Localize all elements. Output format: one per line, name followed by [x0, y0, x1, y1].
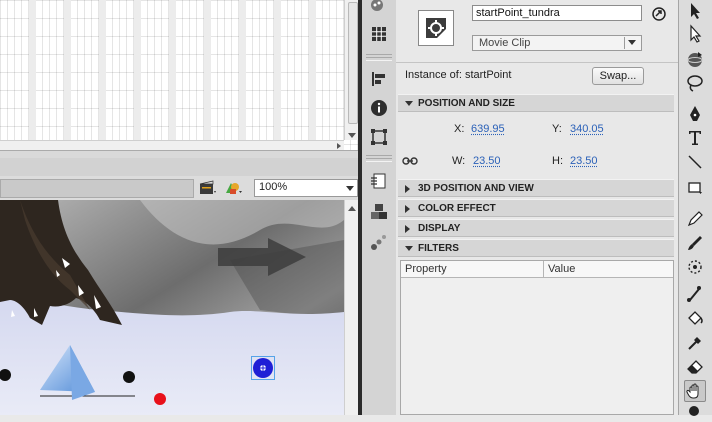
section-color-effect[interactable]: COLOR EFFECT [398, 199, 674, 217]
properties-panel: startPoint_tundra Movie Clip Instance of… [396, 0, 678, 415]
filters-table[interactable]: Property Value [400, 260, 674, 415]
selected-instance-bounds[interactable] [251, 356, 275, 380]
stage-artwork [0, 200, 344, 415]
h-label: H: [552, 155, 563, 167]
scroll-up-arrow-icon[interactable] [348, 206, 356, 211]
symbol-type-select[interactable]: Movie Clip [472, 35, 642, 51]
section-title: POSITION AND SIZE [418, 98, 515, 109]
x-value[interactable]: 639.95 [471, 123, 505, 135]
collapse-triangle-icon [405, 246, 413, 251]
components-icon[interactable] [370, 203, 388, 221]
stage-panel-tab-area [0, 158, 358, 176]
hand-icon[interactable] [684, 380, 706, 402]
scroll-right-arrow-icon[interactable] [337, 143, 341, 149]
zoom-value: 100% [259, 181, 287, 193]
filters-table-header: Property Value [401, 261, 673, 278]
deco-icon[interactable] [685, 257, 705, 277]
subselection-arrow-icon[interactable] [685, 24, 705, 44]
timeline-frames[interactable] [0, 0, 358, 150]
edit-symbol-properties-icon[interactable] [652, 7, 666, 21]
lock-proportions-link-icon[interactable] [402, 155, 418, 167]
startpoint-symbol[interactable] [252, 357, 274, 379]
edit-scene-icon[interactable] [198, 180, 218, 196]
x-label: X: [454, 123, 464, 135]
rectangle-icon[interactable] [685, 176, 705, 196]
section-title: COLOR EFFECT [418, 203, 496, 214]
expand-triangle-icon [405, 225, 410, 233]
edit-bar: 100% [0, 176, 360, 201]
movie-clip-symbol-icon [418, 10, 454, 46]
code-snippets-icon[interactable] [370, 172, 388, 190]
bone-icon[interactable] [685, 284, 705, 304]
pencil-icon[interactable] [685, 209, 705, 229]
eyedropper-icon[interactable] [685, 333, 705, 353]
chevron-down-icon [628, 40, 636, 45]
expand-triangle-icon [405, 205, 410, 213]
timeline-vertical-scrollbar[interactable] [344, 0, 359, 140]
stage-vertical-scrollbar[interactable] [344, 200, 359, 415]
edit-symbols-icon[interactable] [224, 180, 244, 196]
section-display[interactable]: DISPLAY [398, 219, 674, 237]
h-value[interactable]: 23.50 [570, 155, 598, 167]
text-icon[interactable] [685, 128, 705, 148]
chevron-down-icon [346, 186, 354, 191]
scrollbar-thumb[interactable] [348, 2, 358, 124]
collapsed-panels-strip [362, 0, 397, 415]
y-label: Y: [552, 123, 562, 135]
info-icon[interactable] [370, 99, 388, 117]
section-title: DISPLAY [418, 223, 460, 234]
scroll-down-arrow-icon[interactable] [348, 133, 356, 138]
instance-name-input[interactable]: startPoint_tundra [472, 5, 642, 21]
section-position-and-size[interactable]: POSITION AND SIZE [398, 94, 674, 112]
instance-of-label: Instance of: [405, 69, 462, 81]
stage-canvas[interactable] [0, 200, 344, 415]
align-grid-icon[interactable] [370, 25, 388, 43]
column-header-value[interactable]: Value [548, 263, 575, 275]
motion-presets-icon[interactable] [370, 233, 388, 251]
section-3d-position-and-view[interactable]: 3D POSITION AND VIEW [398, 179, 674, 197]
scene-breadcrumb [0, 179, 194, 198]
expand-triangle-icon [405, 185, 410, 193]
w-label: W: [452, 155, 465, 167]
3d-rotation-icon[interactable] [685, 49, 705, 69]
instance-of-value: startPoint [465, 69, 511, 81]
section-filters[interactable]: FILTERS [398, 239, 674, 257]
paint-bucket-icon[interactable] [685, 308, 705, 328]
section-title: 3D POSITION AND VIEW [418, 183, 534, 194]
swap-button[interactable]: Swap... [592, 67, 644, 85]
transform-icon[interactable] [370, 128, 388, 146]
color-swatches-icon[interactable] [370, 0, 388, 18]
eraser-icon[interactable] [685, 356, 705, 376]
line-icon[interactable] [685, 152, 705, 172]
zoom-icon[interactable] [685, 402, 705, 422]
pen-icon[interactable] [685, 104, 705, 124]
symbol-type-value: Movie Clip [479, 37, 530, 49]
column-header-property[interactable]: Property [405, 263, 447, 275]
zoom-select[interactable]: 100% [254, 179, 358, 197]
section-title: FILTERS [418, 243, 459, 254]
y-value[interactable]: 340.05 [570, 123, 604, 135]
selection-arrow-icon[interactable] [685, 1, 705, 21]
w-value[interactable]: 23.50 [473, 155, 501, 167]
collapse-triangle-icon [405, 101, 413, 106]
instance-of-row: Instance of: startPoint [405, 69, 511, 81]
align-icon[interactable] [370, 70, 388, 88]
lasso-icon[interactable] [685, 73, 705, 93]
brush-icon[interactable] [685, 233, 705, 253]
tools-panel [678, 0, 712, 415]
